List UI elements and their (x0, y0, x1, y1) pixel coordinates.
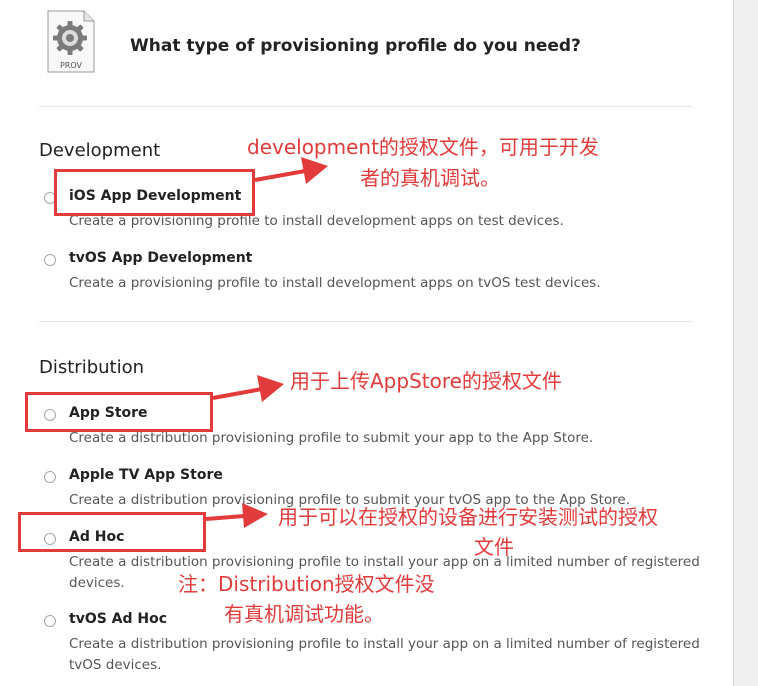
note-ad-hoc-line1: 用于可以在授权的设备进行安装测试的授权 (278, 505, 658, 529)
arrow-head-ad-hoc (242, 503, 268, 528)
arrow-head-development (301, 157, 328, 184)
note-ad-hoc-line2: 文件 (474, 535, 514, 559)
note-development-line1: development的授权文件，可用于开发 (247, 135, 599, 159)
note-app-store: 用于上传AppStore的授权文件 (290, 369, 562, 393)
note-distribution-line1: 注：Distribution授权文件没 (178, 572, 435, 596)
arrow-head-app-store (257, 375, 284, 402)
note-development-line2: 者的真机调试。 (360, 166, 500, 190)
note-distribution-line2: 有真机调试功能。 (224, 602, 384, 626)
